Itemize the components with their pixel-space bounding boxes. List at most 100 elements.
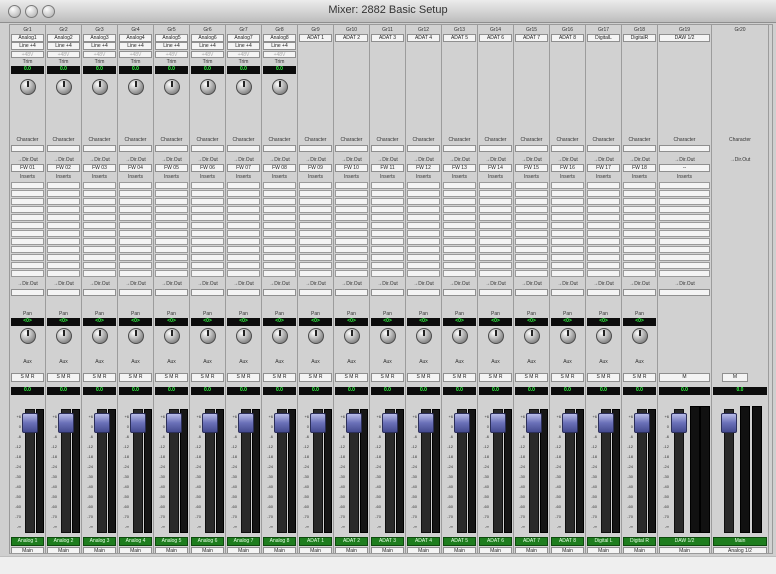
insert-slot[interactable] [407, 270, 440, 277]
direct-out-select[interactable]: FW 12 [407, 164, 440, 172]
insert-slot[interactable] [515, 214, 548, 221]
solo-mute-buttons[interactable]: S M R [47, 373, 80, 382]
direct-out-select[interactable]: FW 03 [83, 164, 116, 172]
dir-out-2-select[interactable] [83, 289, 116, 296]
dir-out-2-select[interactable] [659, 289, 710, 296]
insert-slot[interactable] [299, 182, 332, 189]
insert-slot[interactable] [407, 262, 440, 269]
insert-slot[interactable] [623, 214, 656, 221]
insert-slot[interactable] [659, 246, 710, 253]
insert-slot[interactable] [47, 246, 80, 253]
channel-fader[interactable] [94, 413, 110, 433]
direct-out-select[interactable]: FW 17 [587, 164, 620, 172]
insert-slot[interactable] [551, 198, 584, 205]
insert-slot[interactable] [11, 214, 44, 221]
insert-slot[interactable] [299, 190, 332, 197]
phantom-power-button[interactable]: +48V [47, 51, 80, 58]
output-select[interactable]: Main [299, 547, 332, 553]
insert-slot[interactable] [551, 206, 584, 213]
phantom-power-button[interactable]: +48V [263, 51, 296, 58]
channel-name[interactable]: Analog 1 [11, 537, 44, 546]
insert-slot[interactable] [479, 190, 512, 197]
direct-out-select[interactable]: FW 13 [443, 164, 476, 172]
insert-slot[interactable] [227, 214, 260, 221]
insert-slot[interactable] [83, 206, 116, 213]
insert-slot[interactable] [371, 270, 404, 277]
insert-slot[interactable] [623, 238, 656, 245]
channel-fader[interactable] [454, 413, 470, 433]
insert-slot[interactable] [443, 206, 476, 213]
character-select[interactable] [623, 145, 656, 152]
insert-slot[interactable] [119, 238, 152, 245]
insert-slot[interactable] [119, 262, 152, 269]
insert-slot[interactable] [623, 270, 656, 277]
insert-slot[interactable] [587, 270, 620, 277]
insert-slot[interactable] [551, 246, 584, 253]
insert-slot[interactable] [263, 238, 296, 245]
channel-name[interactable]: Analog 7 [227, 537, 260, 546]
insert-slot[interactable] [155, 230, 188, 237]
insert-slot[interactable] [659, 254, 710, 261]
channel-fader[interactable] [562, 413, 578, 433]
dir-out-2-select[interactable] [119, 289, 152, 296]
insert-slot[interactable] [119, 222, 152, 229]
direct-out-select[interactable]: FW 11 [371, 164, 404, 172]
insert-slot[interactable] [191, 190, 224, 197]
insert-slot[interactable] [551, 262, 584, 269]
pan-knob[interactable] [128, 328, 144, 344]
insert-slot[interactable] [299, 230, 332, 237]
solo-mute-buttons[interactable]: S M R [551, 373, 584, 382]
insert-slot[interactable] [479, 222, 512, 229]
insert-slot[interactable] [659, 222, 710, 229]
insert-slot[interactable] [155, 206, 188, 213]
insert-slot[interactable] [47, 262, 80, 269]
insert-slot[interactable] [47, 214, 80, 221]
dir-out-2-select[interactable] [299, 289, 332, 296]
insert-slot[interactable] [479, 254, 512, 261]
insert-slot[interactable] [623, 198, 656, 205]
character-select[interactable] [263, 145, 296, 152]
pan-knob[interactable] [452, 328, 468, 344]
pan-knob[interactable] [164, 328, 180, 344]
insert-slot[interactable] [83, 182, 116, 189]
channel-name[interactable]: ADAT 5 [443, 537, 476, 546]
output-select[interactable]: Main [443, 547, 476, 553]
insert-slot[interactable] [11, 270, 44, 277]
insert-slot[interactable] [191, 270, 224, 277]
insert-slot[interactable] [11, 190, 44, 197]
insert-slot[interactable] [587, 254, 620, 261]
input-select[interactable]: ADAT 3 [371, 34, 404, 42]
insert-slot[interactable] [155, 214, 188, 221]
channel-name[interactable]: ADAT 2 [335, 537, 368, 546]
insert-slot[interactable] [227, 270, 260, 277]
insert-slot[interactable] [155, 222, 188, 229]
character-select[interactable] [227, 145, 260, 152]
direct-out-select[interactable]: FW 06 [191, 164, 224, 172]
insert-slot[interactable] [335, 246, 368, 253]
channel-fader[interactable] [58, 413, 74, 433]
output-select[interactable]: Main [551, 547, 584, 553]
insert-slot[interactable] [479, 182, 512, 189]
insert-slot[interactable] [587, 198, 620, 205]
insert-slot[interactable] [227, 190, 260, 197]
trim-knob[interactable] [20, 79, 36, 95]
insert-slot[interactable] [371, 214, 404, 221]
insert-slot[interactable] [227, 254, 260, 261]
input-select[interactable]: ADAT 8 [551, 34, 584, 42]
input-select[interactable]: Analog6 [191, 34, 224, 42]
channel-fader[interactable] [202, 413, 218, 433]
insert-slot[interactable] [443, 190, 476, 197]
channel-name[interactable]: ADAT 3 [371, 537, 404, 546]
insert-slot[interactable] [119, 206, 152, 213]
insert-slot[interactable] [83, 230, 116, 237]
pan-knob[interactable] [596, 328, 612, 344]
channel-fader[interactable] [418, 413, 434, 433]
trim-knob[interactable] [56, 79, 72, 95]
direct-out-select[interactable]: FW 08 [263, 164, 296, 172]
insert-slot[interactable] [443, 238, 476, 245]
solo-mute-buttons[interactable]: S M R [407, 373, 440, 382]
input-select[interactable]: Analog3 [83, 34, 116, 42]
insert-slot[interactable] [443, 262, 476, 269]
insert-slot[interactable] [479, 270, 512, 277]
insert-slot[interactable] [263, 214, 296, 221]
